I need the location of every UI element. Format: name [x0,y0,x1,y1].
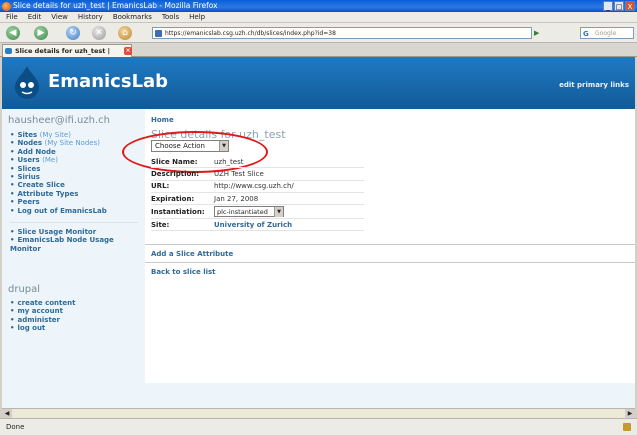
navigation-toolbar: ◀ ▶ ↻ ✕ ⌂ https://emanicslab.csg.uzh.ch/… [0,23,637,43]
close-button[interactable]: X [625,1,635,11]
home-icon[interactable]: ⌂ [118,26,132,40]
site-identity-icon [155,30,162,37]
drupal-block-title: drupal [8,284,41,295]
sidebar-monitors: Slice Usage Monitor EmanicsLab Node Usag… [10,228,134,253]
page-footer [145,383,635,408]
edit-primary-links-link[interactable]: edit primary links [559,81,629,89]
search-input[interactable]: G Google [580,27,634,39]
drupal-menu: create content my account administer log… [10,299,75,333]
tab-close-icon[interactable]: × [124,47,132,55]
window-title: Slice details for uzh_test | EmanicsLab … [13,1,218,10]
sidebar-item-log-out[interactable]: log out [10,324,75,332]
detail-row-url: URL: http://www.csg.uzh.ch/ [151,181,364,193]
choose-action-select[interactable]: Choose Action ▼ [151,140,229,152]
detail-row-instantiation: Instantiation: plc-instantiated ▼ [151,205,364,220]
tab-slice-details[interactable]: Slice details for uzh_test | Emani... × [2,44,132,67]
minimize-button[interactable]: _ [603,1,613,11]
maximize-button[interactable]: □ [614,1,624,11]
lock-icon[interactable] [623,423,631,431]
sidebar-item-add-node[interactable]: Add Node [10,148,107,156]
breadcrumb[interactable]: Home [151,116,174,124]
menu-edit[interactable]: Edit [28,12,42,22]
scroll-left-icon[interactable]: ◀ [2,409,12,418]
scroll-right-icon[interactable]: ▶ [625,409,635,418]
sidebar-item-peers[interactable]: Peers [10,198,107,206]
instantiation-select[interactable]: plc-instantiated ▼ [214,206,284,218]
chevron-down-icon: ▼ [219,141,228,151]
menu-file[interactable]: File [6,12,18,22]
sidebar-item-users[interactable]: Users (Me) [10,156,107,164]
sidebar-divider [10,222,138,223]
forward-arrow-icon[interactable]: ▶ [34,26,48,40]
tab-favicon-icon [5,48,12,54]
sidebar-item-logout-emanicslab[interactable]: Log out of EmanicsLab [10,207,106,215]
sidebar-item-create-content[interactable]: create content [10,299,75,307]
google-icon: G [583,30,589,38]
reload-icon[interactable]: ↻ [66,26,80,40]
window-controls: _ □ X [603,1,635,11]
stop-icon[interactable]: ✕ [92,26,106,40]
horizontal-scrollbar[interactable]: ◀ ▶ [2,408,635,418]
sidebar-item-administer[interactable]: administer [10,316,75,324]
page-content: EmanicsLab edit primary links hausheer@i… [2,57,635,408]
go-button[interactable]: ▶ [534,27,574,39]
menu-tools[interactable]: Tools [162,12,179,22]
choose-action-value: Choose Action [155,142,205,150]
sidebar: hausheer@ifi.uzh.ch Sites (My Site) Node… [2,109,145,408]
sidebar-item-my-account[interactable]: my account [10,307,75,315]
site-name[interactable]: EmanicsLab [48,71,168,92]
sidebar-item-sites[interactable]: Sites (My Site) [10,131,107,139]
menu-help[interactable]: Help [189,12,205,22]
sidebar-item-sirius[interactable]: Sirius [10,173,107,181]
status-text: Done [6,423,25,431]
detail-row-expiration: Expiration: Jan 27, 2008 [151,193,364,206]
sidebar-navigation: Sites (My Site) Nodes (My Site Nodes) Ad… [10,131,107,215]
tab-bar: Slice details for uzh_test | Emani... × [0,43,637,67]
sidebar-item-create-slice[interactable]: Create Slice [10,181,107,189]
status-bar: Done [0,418,637,435]
chevron-down-icon: ▼ [274,207,283,218]
detail-row-slice-name: Slice Name: uzh_test [151,156,364,169]
sidebar-item-node-usage-monitor[interactable]: EmanicsLab Node Usage Monitor [10,236,134,253]
detail-row-site: Site: University of Zurich [151,219,364,232]
drupal-logo-icon [15,66,39,99]
site-link[interactable]: University of Zurich [214,221,292,229]
site-header: EmanicsLab edit primary links [2,57,635,109]
menu-history[interactable]: History [78,12,103,22]
menu-bookmarks[interactable]: Bookmarks [113,12,152,22]
divider [145,244,635,245]
instantiation-value: plc-instantiated [217,208,268,217]
window-title-bar: Slice details for uzh_test | EmanicsLab … [0,0,637,12]
sidebar-user-name: hausheer@ifi.uzh.ch [8,115,110,126]
search-placeholder: Google [595,30,617,37]
menu-bar: File Edit View History Bookmarks Tools H… [0,12,637,23]
divider [145,262,635,263]
slice-details-table: Slice Name: uzh_test Description: UZH Te… [151,156,364,232]
sidebar-item-slice-usage-monitor[interactable]: Slice Usage Monitor [10,228,134,236]
add-slice-attribute-link[interactable]: Add a Slice Attribute [151,250,233,258]
back-to-slice-list-link[interactable]: Back to slice list [151,268,216,276]
detail-row-description: Description: UZH Test Slice [151,168,364,181]
firefox-icon [2,2,11,11]
sidebar-item-slices[interactable]: Slices [10,165,107,173]
back-arrow-icon[interactable]: ◀ [6,26,20,40]
menu-view[interactable]: View [51,12,68,22]
sidebar-item-nodes[interactable]: Nodes (My Site Nodes) [10,139,107,147]
address-text: https://emanicslab.csg.uzh.ch/db/slices/… [165,30,336,37]
address-bar[interactable]: https://emanicslab.csg.uzh.ch/db/slices/… [152,27,532,39]
main-content: Home Slice details for uzh_test Choose A… [122,109,635,408]
sidebar-item-attribute-types[interactable]: Attribute Types [10,190,107,198]
